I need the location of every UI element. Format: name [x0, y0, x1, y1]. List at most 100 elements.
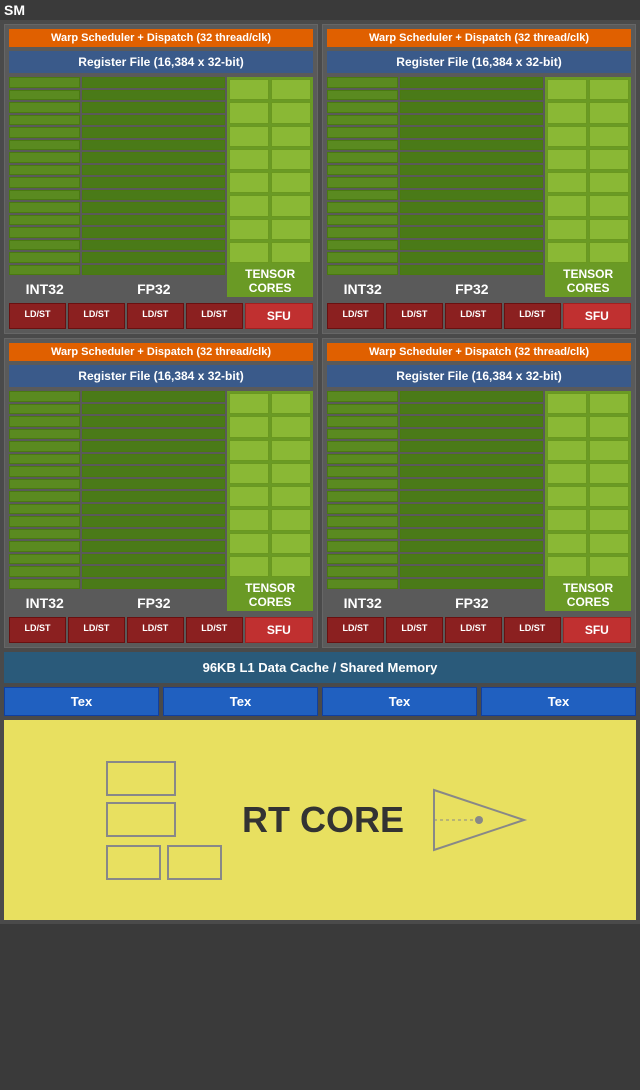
tex-cell-1: Tex: [4, 687, 159, 716]
fp32-cell: [82, 127, 225, 138]
tensor-cell: [589, 172, 629, 193]
rt-arrow-section: [424, 780, 534, 860]
int32-cell: [327, 165, 398, 176]
tensor-cell: [229, 126, 269, 147]
fp32-cell: [400, 504, 543, 515]
int32-cell: [9, 240, 80, 251]
fp32-cell: [400, 566, 543, 577]
ldst-cell: LD/ST: [9, 303, 66, 329]
tensor-label-2: TENSORCORES: [561, 265, 615, 297]
fp32-cell: [400, 240, 543, 251]
int32-cell: [327, 202, 398, 213]
cores-area-3: INT32: [9, 391, 313, 611]
int32-label-3: INT32: [9, 591, 80, 611]
rt-core-label: RT CORE: [242, 799, 404, 841]
int32-cell: [9, 227, 80, 238]
int32-cell: [9, 190, 80, 201]
tensor-cell: [229, 219, 269, 240]
ldst-cell: LD/ST: [68, 617, 125, 643]
int32-cell: [327, 479, 398, 490]
int32-cell: [327, 441, 398, 452]
tensor-cell: [547, 440, 587, 461]
fp32-cell: [82, 227, 225, 238]
tensor-cell: [271, 509, 311, 530]
int32-cell: [9, 202, 80, 213]
ldst-row-2: LD/ST LD/ST LD/ST LD/ST SFU: [327, 303, 631, 329]
sfu-cell-2: SFU: [563, 303, 631, 329]
int32-cell: [9, 529, 80, 540]
fp32-cell: [400, 115, 543, 126]
ldst-cell: LD/ST: [127, 617, 184, 643]
tensor-cell: [229, 102, 269, 123]
rt-box-1: [106, 761, 176, 796]
fp32-cell: [82, 252, 225, 263]
cores-area-1: INT32: [9, 77, 313, 297]
fp32-cell: [400, 404, 543, 415]
fp32-cell: [82, 265, 225, 276]
int32-col-3: INT32: [9, 391, 80, 611]
fp32-cell: [82, 566, 225, 577]
cores-area-4: INT32: [327, 391, 631, 611]
int32-cell: [9, 504, 80, 515]
rt-boxes-group: [106, 761, 176, 837]
int32-cell: [327, 252, 398, 263]
tensor-cell: [271, 102, 311, 123]
int32-cell: [327, 152, 398, 163]
tensor-col-2: TENSORCORES: [545, 77, 631, 297]
int32-label-2: INT32: [327, 277, 398, 297]
sm-container: Warp Scheduler + Dispatch (32 thread/clk…: [0, 20, 640, 924]
fp32-cell: [400, 441, 543, 452]
tensor-cell: [547, 393, 587, 414]
tensor-cell: [589, 440, 629, 461]
int32-cell: [9, 566, 80, 577]
tensor-cell: [589, 486, 629, 507]
fp32-cell: [400, 466, 543, 477]
register-file-2: Register File (16,384 x 32-bit): [327, 51, 631, 73]
tex-row: Tex Tex Tex Tex: [4, 687, 636, 716]
int32-cell: [9, 177, 80, 188]
tensor-cell: [229, 79, 269, 100]
int32-cell: [9, 152, 80, 163]
fp32-label-2: FP32: [400, 277, 543, 297]
tensor-cell: [547, 126, 587, 147]
fp32-cell: [82, 77, 225, 88]
tensor-cell: [547, 195, 587, 216]
tensor-col-3: TENSORCORES: [227, 391, 313, 611]
tensor-label-3: TENSORCORES: [243, 579, 297, 611]
int32-cell: [327, 579, 398, 590]
int32-cell: [9, 77, 80, 88]
fp32-cell: [400, 429, 543, 440]
int32-cell: [327, 240, 398, 251]
int32-cell: [327, 491, 398, 502]
tensor-cell: [229, 556, 269, 577]
tensor-cell: [229, 242, 269, 263]
fp32-col-3: FP32: [82, 391, 225, 611]
tensor-cell: [589, 509, 629, 530]
warp-scheduler-1: Warp Scheduler + Dispatch (32 thread/clk…: [9, 29, 313, 47]
tensor-cell: [229, 393, 269, 414]
fp32-col-4: FP32: [400, 391, 543, 611]
ldst-cell: LD/ST: [445, 303, 502, 329]
tensor-cell: [271, 533, 311, 554]
tensor-cell: [271, 79, 311, 100]
ldst-cell: LD/ST: [327, 617, 384, 643]
quadrants-grid: Warp Scheduler + Dispatch (32 thread/clk…: [4, 24, 636, 648]
cores-area-2: INT32: [327, 77, 631, 297]
int32-cell: [9, 479, 80, 490]
fp32-cell: [82, 579, 225, 590]
fp32-cell: [400, 491, 543, 502]
int32-cell: [9, 404, 80, 415]
fp32-cell: [82, 140, 225, 151]
tensor-cell: [547, 102, 587, 123]
int32-cell: [327, 404, 398, 415]
int32-col-2: INT32: [327, 77, 398, 297]
rt-core-section: RT CORE: [4, 720, 636, 920]
int32-cell: [9, 265, 80, 276]
fp32-cell: [400, 516, 543, 527]
fp32-cell: [400, 391, 543, 402]
int32-cell: [327, 529, 398, 540]
int32-cell: [327, 90, 398, 101]
int32-cell: [9, 252, 80, 263]
ldst-row-1: LD/ST LD/ST LD/ST LD/ST SFU: [9, 303, 313, 329]
int32-cell: [327, 454, 398, 465]
